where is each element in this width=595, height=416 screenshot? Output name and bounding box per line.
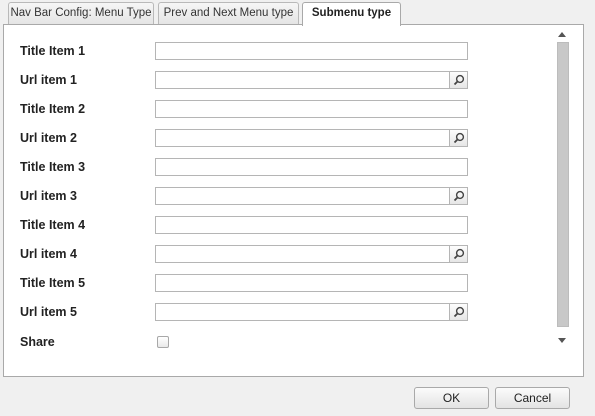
form-row-url-4: Url item 4: [4, 245, 564, 265]
title-item-4-input[interactable]: [155, 216, 468, 234]
url-item-2-label: Url item 2: [20, 131, 77, 145]
title-item-2-input[interactable]: [155, 100, 468, 118]
magnifier-icon: [453, 248, 464, 260]
scrollbar-thumb[interactable]: [557, 42, 569, 327]
tab-bar: Nav Bar Config: Menu Type Prev and Next …: [0, 0, 595, 26]
triangle-down-icon: [558, 337, 566, 343]
form-row-url-5: Url item 5: [4, 303, 564, 323]
url-item-3-label: Url item 3: [20, 189, 77, 203]
triangle-up-icon: [558, 31, 566, 37]
scroll-up-button[interactable]: [553, 26, 571, 42]
form-row-url-3: Url item 3: [4, 187, 564, 207]
ok-button[interactable]: OK: [414, 387, 489, 409]
url-item-4-label: Url item 4: [20, 247, 77, 261]
url-item-1-lookup-button[interactable]: [450, 71, 468, 89]
form-row-url-2: Url item 2: [4, 129, 564, 149]
magnifier-icon: [453, 306, 464, 318]
title-item-4-label: Title Item 4: [20, 218, 86, 232]
url-item-2-input[interactable]: [155, 129, 450, 147]
url-item-2-lookup-button[interactable]: [450, 129, 468, 147]
magnifier-icon: [453, 132, 464, 144]
form-row-title-4: Title Item 4: [4, 216, 564, 236]
form-row-url-1: Url item 1: [4, 71, 564, 91]
title-item-2-label: Title Item 2: [20, 102, 86, 116]
url-item-4-input[interactable]: [155, 245, 450, 263]
form-row-title-3: Title Item 3: [4, 158, 564, 178]
url-item-5-input[interactable]: [155, 303, 450, 321]
url-item-1-input[interactable]: [155, 71, 450, 89]
form-row-share: Share: [4, 333, 564, 353]
title-item-5-label: Title Item 5: [20, 276, 86, 290]
url-item-5-label: Url item 5: [20, 305, 77, 319]
form-row-title-5: Title Item 5: [4, 274, 564, 294]
url-item-4-lookup-button[interactable]: [450, 245, 468, 263]
magnifier-icon: [453, 190, 464, 202]
form-row-title-2: Title Item 2: [4, 100, 564, 120]
cancel-button[interactable]: Cancel: [495, 387, 570, 409]
url-item-1-label: Url item 1: [20, 73, 77, 87]
share-checkbox[interactable]: [157, 336, 169, 348]
vertical-scrollbar[interactable]: [553, 25, 571, 350]
title-item-5-input[interactable]: [155, 274, 468, 292]
form-row-title-1: Title Item 1: [4, 42, 564, 62]
title-item-1-input[interactable]: [155, 42, 468, 60]
url-item-5-lookup-button[interactable]: [450, 303, 468, 321]
url-item-3-lookup-button[interactable]: [450, 187, 468, 205]
tab-prev-next-menu[interactable]: Prev and Next Menu type: [158, 2, 299, 25]
share-label: Share: [20, 335, 55, 349]
title-item-3-label: Title Item 3: [20, 160, 86, 174]
url-item-3-input[interactable]: [155, 187, 450, 205]
title-item-3-input[interactable]: [155, 158, 468, 176]
dialog-footer: OK Cancel: [0, 377, 595, 416]
tab-submenu-type[interactable]: Submenu type: [302, 2, 401, 26]
scroll-down-button[interactable]: [553, 332, 571, 348]
magnifier-icon: [453, 74, 464, 86]
submenu-form-panel: Title Item 1 Url item 1 Title Item 2 Url…: [3, 24, 584, 377]
tab-nav-bar-config[interactable]: Nav Bar Config: Menu Type: [8, 2, 154, 25]
title-item-1-label: Title Item 1: [20, 44, 86, 58]
